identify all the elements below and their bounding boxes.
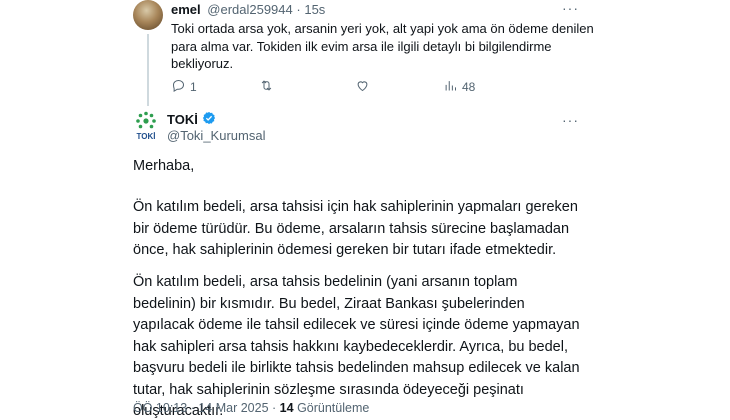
tweet-actions: 1 48 xyxy=(171,78,601,96)
more-options-button[interactable]: ··· xyxy=(562,0,579,16)
toki-logo-icon: TOKİ xyxy=(136,111,156,141)
tweet-greeting: Merhaba, xyxy=(133,158,195,174)
tweet-date[interactable]: 14 Mar 2025 xyxy=(198,401,268,415)
parent-tweet-header: emel @erdal259944 · 15s xyxy=(171,2,325,17)
toki-logo-text: TOKİ xyxy=(137,132,156,141)
tweet-paragraph-1: Ön katılım bedeli, arsa tahsisi için hak… xyxy=(133,199,578,258)
author-handle[interactable]: @erdal259944 · 15s xyxy=(207,2,325,17)
thread-connector-line xyxy=(147,34,149,106)
tweet-paragraph-2: Ön katılım bedeli, arsa tahsis bedelinin… xyxy=(133,274,580,419)
reply-button[interactable]: 1 xyxy=(171,78,197,96)
parent-tweet[interactable]: emel @erdal259944 · 15s ··· Toki ortada … xyxy=(0,0,730,106)
author-name-row[interactable]: TOKİ xyxy=(167,111,216,128)
parent-tweet-text: Toki ortada arsa yok, arsanin yeri yok, … xyxy=(171,21,594,71)
tweet-time[interactable]: ÖÖ 10:13 xyxy=(133,401,187,415)
tweet-meta: ÖÖ 10:13 · 14 Mar 2025 · 14 Görüntüleme xyxy=(133,401,369,415)
bar-chart-icon xyxy=(443,78,458,96)
retweet-button[interactable] xyxy=(259,78,278,96)
author-name[interactable]: emel xyxy=(171,2,201,17)
views-button[interactable]: 48 xyxy=(443,78,475,96)
more-options-button[interactable]: ··· xyxy=(562,112,579,128)
author-name[interactable]: TOKİ xyxy=(167,112,198,127)
reply-icon xyxy=(171,78,186,96)
reply-count: 1 xyxy=(190,80,197,94)
meta-separator: · xyxy=(272,401,277,415)
heart-icon xyxy=(355,78,370,96)
toki-logo-avatar[interactable]: TOKİ xyxy=(133,110,159,142)
retweet-icon xyxy=(259,78,274,96)
verified-badge-icon xyxy=(202,111,216,128)
views-count: 48 xyxy=(462,80,476,94)
avatar[interactable] xyxy=(133,0,163,30)
views-count: 14 xyxy=(279,401,294,415)
like-button[interactable] xyxy=(355,78,374,96)
meta-separator: · xyxy=(190,401,195,415)
views-label: Görüntüleme xyxy=(297,401,370,415)
author-handle[interactable]: @Toki_Kurumsal xyxy=(167,128,265,143)
